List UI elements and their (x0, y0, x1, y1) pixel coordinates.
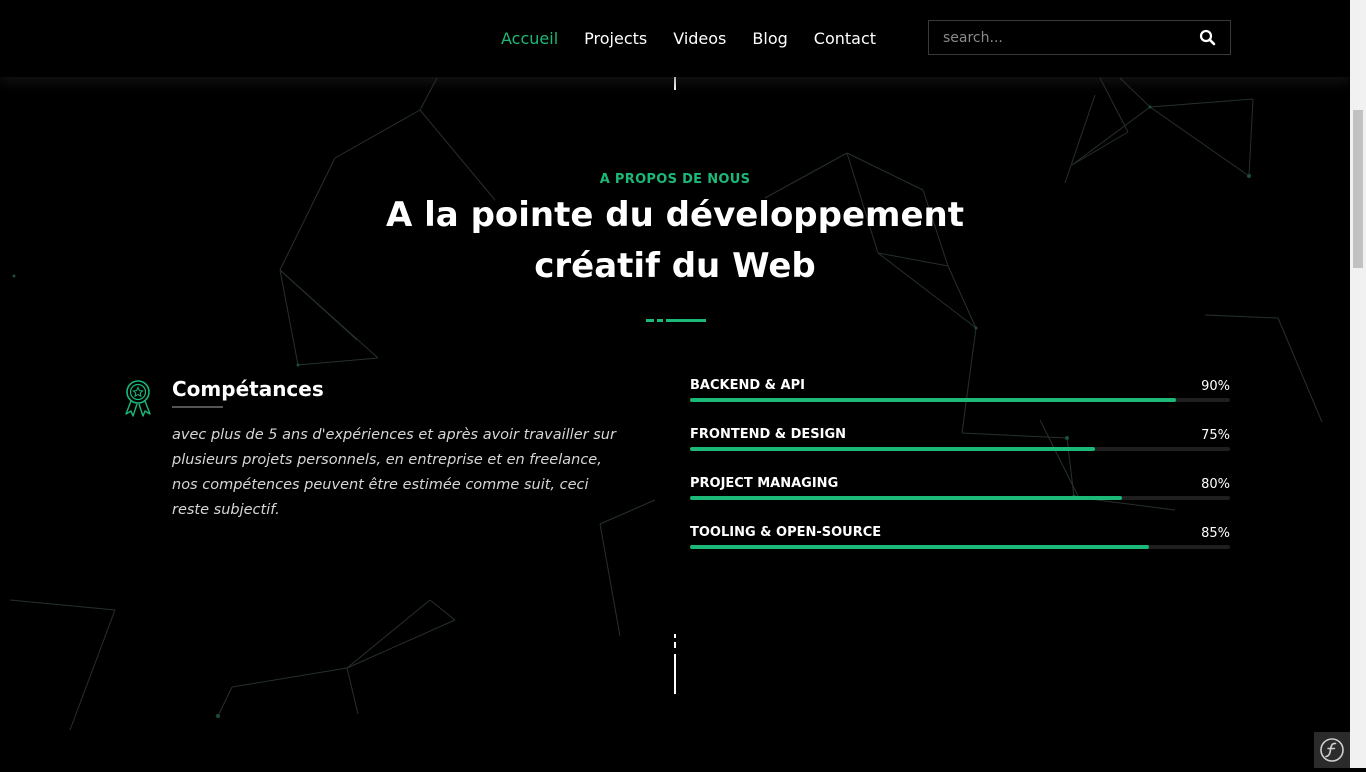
debug-toolbar-toggle[interactable] (1314, 732, 1350, 768)
skills-heading: Compétances (172, 377, 324, 401)
bottom-vertical-mark-dash (674, 634, 676, 638)
skill-name: BACKEND & API (690, 378, 805, 393)
skill-progress-fill (690, 545, 1149, 549)
skill-progress-track (690, 398, 1230, 402)
site-header: Accueil Projects Videos Blog Contact (0, 0, 1350, 77)
search-box (928, 20, 1231, 55)
skill-progress-fill (690, 447, 1095, 451)
symfony-logo-icon (1320, 738, 1344, 762)
skill-percent: 85% (1201, 526, 1230, 541)
search-icon (1199, 29, 1216, 46)
main-nav: Accueil Projects Videos Blog Contact (501, 29, 902, 48)
skill-percent: 80% (1201, 477, 1230, 492)
bottom-vertical-mark-dot (674, 642, 676, 648)
nav-item-projects[interactable]: Projects (584, 29, 647, 48)
search-input[interactable] (929, 21, 1193, 54)
skill-row: BACKEND & API 90% (690, 378, 1230, 412)
skill-row: PROJECT MANAGING 80% (690, 476, 1230, 510)
search-button[interactable] (1198, 28, 1218, 48)
skills-heading-underline (172, 406, 223, 408)
scrollbar-thumb[interactable] (1353, 110, 1363, 268)
skill-progress-track (690, 447, 1230, 451)
skill-progress-track (690, 545, 1230, 549)
skill-progress-track (690, 496, 1230, 500)
top-vertical-mark (674, 77, 676, 90)
section-title: A la pointe du développement créatif du … (386, 195, 964, 286)
skill-row: TOOLING & OPEN-SOURCE 85% (690, 525, 1230, 559)
skill-name: FRONTEND & DESIGN (690, 427, 847, 442)
skill-row: FRONTEND & DESIGN 75% (690, 427, 1230, 461)
skill-percent: 75% (1201, 428, 1230, 443)
skill-name: PROJECT MANAGING (690, 476, 839, 491)
skill-progress-fill (690, 398, 1176, 402)
nav-item-accueil[interactable]: Accueil (501, 29, 558, 48)
title-divider (646, 319, 706, 322)
skill-progress-fill (690, 496, 1122, 500)
bottom-vertical-mark (674, 654, 676, 694)
nav-item-blog[interactable]: Blog (752, 29, 787, 48)
skills-description: avec plus de 5 ans d'expériences et aprè… (172, 427, 616, 518)
nav-item-contact[interactable]: Contact (814, 29, 876, 48)
page-scrollbar[interactable] (1350, 0, 1366, 768)
section-eyebrow: A PROPOS DE NOUS (599, 172, 751, 187)
skill-percent: 90% (1201, 379, 1230, 394)
award-ribbon-icon (125, 380, 151, 417)
skill-name: TOOLING & OPEN-SOURCE (690, 525, 882, 540)
nav-item-videos[interactable]: Videos (673, 29, 726, 48)
